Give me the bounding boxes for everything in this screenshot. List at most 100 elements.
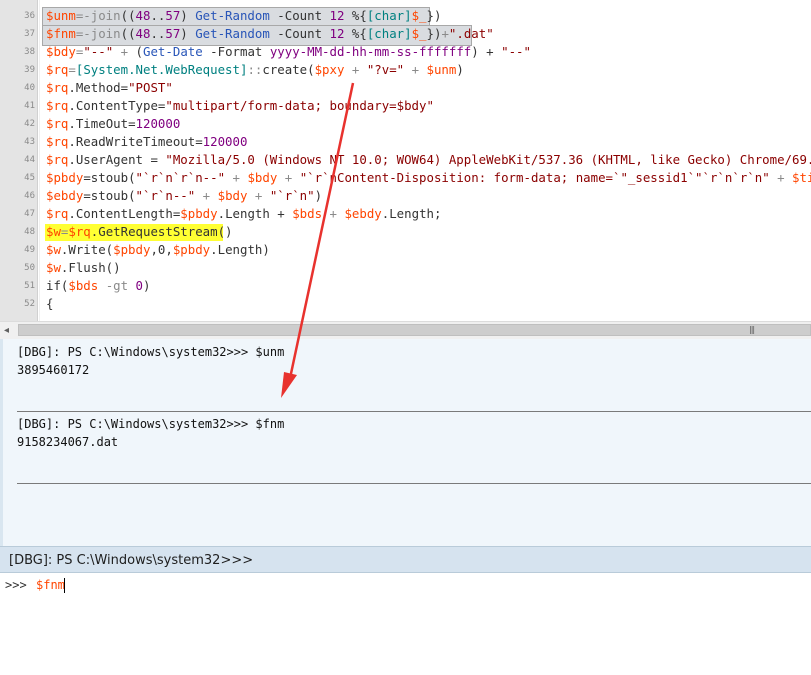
code-token: ,0, [150, 242, 173, 257]
code-line[interactable]: $fnm=-join((48..57) Get-Random -Count 12… [46, 26, 494, 41]
code-token: (( [120, 8, 136, 23]
code-token: $rq [46, 134, 69, 149]
code-token: .ContentLength= [68, 206, 181, 221]
code-token: 120000 [202, 134, 248, 149]
line-number: 44 [24, 155, 35, 165]
code-token: $bdy [247, 170, 278, 185]
code-token: .GetRequestStream() [90, 224, 233, 239]
code-token: 120000 [135, 116, 181, 131]
fold-guide [39, 0, 40, 321]
command-input-pane[interactable]: >>> $fnm [0, 573, 811, 675]
script-editor[interactable]: 36 37 38 39 40 41 42 43 44 45 46 47 48 49 50 51 52 $unm=… [0, 0, 811, 321]
code-line[interactable]: $w=$rq.GetRequestStream() [46, 224, 233, 239]
code-token: 0 [135, 278, 144, 293]
code-line[interactable]: $pbdy=stoub("`r`n`r`n--" + $bdy + "`r`nC… [46, 170, 811, 185]
code-token: .Length) [210, 242, 270, 257]
code-token: $fnm [46, 26, 76, 41]
scroll-left-icon[interactable]: ◂ [4, 325, 9, 336]
code-token: $unm [46, 8, 76, 23]
code-line[interactable]: $rq.Method="POST" [46, 80, 173, 95]
code-token: $w [46, 224, 61, 239]
code-line[interactable]: $ebdy=stoub("`r`n--" + $bdy + "`r`n") [46, 188, 322, 203]
console-prompt: [DBG]: PS C:\Windows\system32>>> $unm [17, 345, 285, 359]
line-number: 46 [24, 191, 35, 201]
code-token: + [277, 170, 300, 185]
code-token: .Length; [381, 206, 442, 221]
code-token: (( [120, 26, 136, 41]
code-line[interactable]: $w.Write($pbdy,0,$pbdy.Length) [46, 242, 270, 257]
code-token: + [113, 44, 136, 59]
line-number: 49 [24, 245, 35, 255]
code-token: Get-Random [195, 26, 270, 41]
code-line[interactable]: $w.Flush() [46, 260, 121, 275]
code-token: "--" [83, 44, 114, 59]
code-token: $ebdy [344, 206, 382, 221]
code-token: 57 [165, 26, 181, 41]
code-token: :: [247, 62, 263, 77]
code-token: $w [46, 242, 61, 257]
code-token: }) [426, 26, 442, 41]
code-token: $bds [292, 206, 323, 221]
code-token: .TimeOut= [68, 116, 136, 131]
console-divider [17, 483, 811, 484]
code-token: { [46, 296, 54, 311]
code-token: $w [46, 260, 61, 275]
code-token: [char] [366, 26, 412, 41]
code-token: $rq [46, 152, 69, 167]
code-line[interactable]: $rq.TimeOut=120000 [46, 116, 180, 131]
code-token: 12 [329, 26, 345, 41]
console-output-pane[interactable]: [DBG]: PS C:\Windows\system32>>> $unm 38… [0, 339, 811, 546]
code-token: + [247, 188, 270, 203]
code-token: 12 [329, 8, 345, 23]
code-token: =stoub( [83, 170, 136, 185]
code-token: ) [456, 62, 464, 77]
code-token: create( [262, 62, 315, 77]
code-token: "`r`n" [269, 188, 315, 203]
line-number: 41 [24, 101, 35, 111]
line-number: 48 [24, 227, 35, 237]
console-output: 3895460172 [17, 363, 90, 377]
code-token: 57 [165, 8, 181, 23]
code-token: $bds [68, 278, 99, 293]
code-line[interactable]: $bdy="--" + (Get-Date -Format yyyy-MM-dd… [46, 44, 531, 59]
scrollbar-thumb[interactable] [18, 324, 811, 336]
code-token: + [404, 62, 427, 77]
command-pane-title: [DBG]: PS C:\Windows\system32>>> [0, 546, 811, 573]
code-token: .Method= [68, 80, 129, 95]
code-line[interactable]: $rq.ContentType="multipart/form-data; bo… [46, 98, 434, 113]
code-token: -Count [269, 26, 330, 41]
text-caret [64, 578, 65, 593]
code-token: .Write( [60, 242, 114, 257]
code-line[interactable]: $unm=-join((48..57) Get-Random -Count 12… [46, 8, 441, 23]
code-line[interactable]: $rq.UserAgent = "Mozilla/5.0 (Windows NT… [46, 152, 811, 167]
input-prompt: >>> [5, 578, 27, 592]
code-token: "--" [501, 44, 531, 59]
line-number: 42 [24, 119, 35, 129]
horizontal-scrollbar[interactable]: ◂ ||| [0, 321, 811, 340]
code-token: $rq [46, 116, 69, 131]
code-token: ( [135, 44, 144, 59]
code-line[interactable]: if($bds -gt 0) [46, 278, 150, 293]
code-token: ) [180, 8, 196, 23]
line-number-gutter: 36 37 38 39 40 41 42 43 44 45 46 47 48 49 50 51 52 [0, 0, 38, 321]
line-number: 40 [24, 83, 35, 93]
code-token: -Format [202, 44, 270, 59]
code-line[interactable]: $rq.ReadWriteTimeout=120000 [46, 134, 247, 149]
code-line[interactable]: $rq.ContentLength=$pbdy.Length + $bds + … [46, 206, 441, 221]
code-token: ) [314, 188, 323, 203]
code-line[interactable]: { [46, 296, 53, 311]
code-token: -gt [98, 278, 136, 293]
command-input[interactable]: $fnm [36, 578, 65, 592]
code-token: ) [180, 26, 196, 41]
code-token: 48 [135, 26, 151, 41]
code-token: $_ [411, 8, 427, 23]
code-token: "`r`nContent-Disposition: form-data; nam… [299, 170, 770, 185]
code-token: .Length + [217, 206, 293, 221]
code-token: $bdy [217, 188, 248, 203]
code-token: $pbdy [113, 242, 151, 257]
code-line[interactable]: $rq=[System.Net.WebRequest]::create($pxy… [46, 62, 464, 77]
code-token: "`r`n`r`n--" [135, 170, 226, 185]
code-token: $unm [426, 62, 457, 77]
code-token: [char] [366, 8, 412, 23]
line-number: 43 [24, 137, 35, 147]
